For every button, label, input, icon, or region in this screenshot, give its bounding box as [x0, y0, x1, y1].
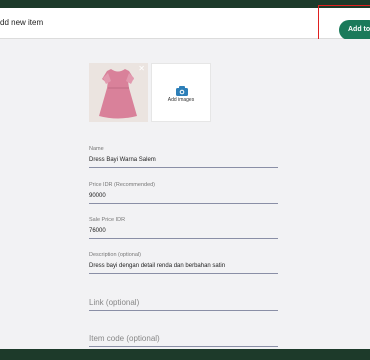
item-code-field-underline — [89, 346, 278, 347]
name-field-label: Name — [89, 146, 104, 152]
item-code-field[interactable]: Item code (optional) — [89, 334, 160, 343]
bottom-frame-strip — [0, 349, 370, 360]
page-title: dd new item — [0, 18, 44, 27]
sale-price-field[interactable]: 76000 — [89, 228, 106, 234]
name-field-underline — [89, 167, 278, 168]
price-field-underline — [89, 203, 278, 204]
description-field-label: Description (optional) — [89, 252, 141, 258]
price-field[interactable]: 90000 — [89, 193, 106, 199]
top-frame-strip — [0, 0, 370, 8]
name-field[interactable]: Dress Bayi Warna Salem — [89, 157, 156, 163]
add-images-tile[interactable]: Add images — [151, 63, 211, 122]
price-field-label: Price IDR (Recommended) — [89, 182, 156, 188]
add-images-label: Add images — [167, 97, 195, 103]
sale-price-field-underline — [89, 238, 278, 239]
highlight-box — [318, 5, 370, 41]
remove-photo-icon[interactable]: ✕ — [138, 65, 145, 73]
item-photo-thumbnail[interactable]: ✕ — [89, 63, 148, 122]
description-field-underline — [89, 273, 278, 274]
top-bar: dd new item Add to — [0, 8, 370, 40]
camera-icon — [176, 86, 188, 96]
link-field[interactable]: Link (optional) — [89, 298, 139, 307]
link-field-underline — [89, 310, 278, 311]
description-field[interactable]: Dress bayi dengan detail renda dan berba… — [89, 263, 225, 269]
sale-price-field-label: Sale Price IDR — [89, 217, 126, 223]
